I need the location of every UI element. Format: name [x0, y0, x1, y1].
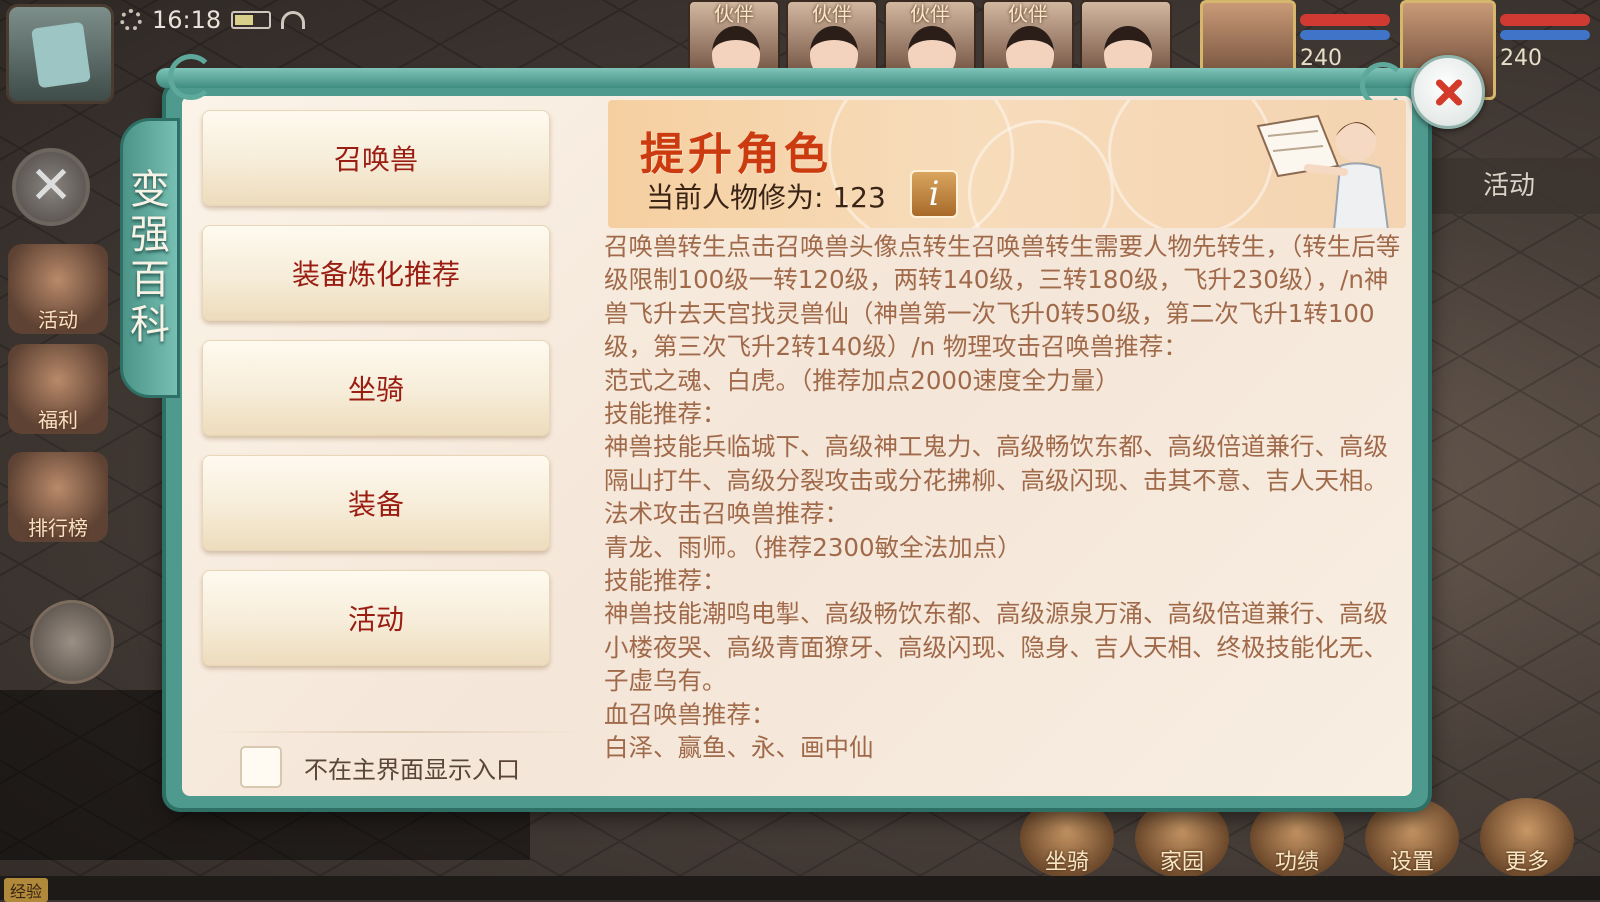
title-char: 变 — [130, 167, 170, 214]
menu-activity-button[interactable]: 活动 — [202, 570, 550, 666]
menu-equipment-button[interactable]: 装备 — [202, 455, 550, 551]
settings-button[interactable]: 设置 — [1365, 798, 1459, 878]
more-button[interactable]: 更多 — [1480, 798, 1574, 878]
mount-button[interactable]: 坐骑 — [1020, 798, 1114, 878]
title-char: 百 — [130, 257, 170, 303]
hp-bar — [1300, 14, 1390, 26]
hide-entry-label: 不在主界面显示入口 — [304, 755, 520, 784]
mount-label: 坐骑 — [1044, 850, 1089, 875]
cloud-ornament — [168, 54, 214, 100]
dialog-title: 变 强 百 科 — [120, 118, 180, 398]
battery-icon — [231, 11, 272, 29]
activity-tab[interactable]: 活动 — [1418, 158, 1600, 214]
pet-hp-panel: 240 — [1500, 14, 1590, 71]
close-icon[interactable] — [1411, 55, 1485, 129]
wifi-icon — [281, 11, 306, 29]
more-label: 更多 — [1504, 850, 1549, 875]
home-label: 家园 — [1159, 850, 1204, 875]
merit-label: 功绩 — [1274, 850, 1319, 875]
chat-icon[interactable] — [30, 600, 114, 684]
category-menu: 召唤兽 装备炼化推荐 坐骑 装备 活动 — [202, 110, 552, 685]
clock-time: 16:18 — [152, 6, 222, 34]
settings-label: 设置 — [1389, 850, 1434, 875]
info-icon[interactable]: i — [910, 170, 958, 218]
side-activity-label: 活动 — [38, 308, 78, 332]
banner: 提升角色 当前人物修为: 123 i — [608, 100, 1406, 228]
banner-title: 提升角色 — [640, 129, 832, 180]
partner-label: 伙伴 — [812, 2, 852, 26]
home-button[interactable]: 家园 — [1135, 798, 1229, 878]
gear-icon[interactable] — [120, 9, 142, 31]
side-ranking-button[interactable]: 排行榜 — [8, 452, 108, 542]
partner-label: 伙伴 — [910, 2, 950, 26]
hp-bar — [1500, 14, 1590, 26]
status-bar: 16:18 — [120, 4, 330, 36]
hud-close-icon[interactable]: ✕ — [12, 148, 90, 226]
cultivation-level: 当前人物修为: 123 — [646, 181, 886, 214]
title-char: 强 — [130, 212, 170, 259]
partner-label: 伙伴 — [714, 2, 754, 26]
title-char: 科 — [130, 301, 170, 348]
menu-equipment-refine-button[interactable]: 装备炼化推荐 — [202, 225, 550, 321]
partner-label: 伙伴 — [1008, 2, 1048, 26]
mp-bar — [1500, 30, 1590, 40]
hide-entry-row: 不在主界面显示入口 — [240, 746, 520, 788]
exp-bar — [0, 876, 1600, 900]
hide-entry-checkbox[interactable] — [240, 746, 282, 788]
mp-bar — [1300, 30, 1390, 40]
side-ranking-label: 排行榜 — [28, 516, 88, 540]
menu-summon-beast-button[interactable]: 召唤兽 — [202, 110, 550, 206]
side-welfare-label: 福利 — [38, 408, 78, 432]
divider — [212, 731, 582, 733]
map-button[interactable] — [6, 4, 114, 104]
hp-value: 240 — [1500, 46, 1542, 71]
exp-label: 经验 — [4, 878, 49, 902]
side-activity-button[interactable]: 活动 — [8, 244, 108, 334]
guide-content: 召唤兽转生点击召唤兽头像点转生召唤兽转生需要人物先转生，（转生后等级限制100级… — [604, 232, 1401, 763]
side-welfare-button[interactable]: 福利 — [8, 344, 108, 434]
merit-button[interactable]: 功绩 — [1250, 798, 1344, 878]
hero-illustration — [1256, 114, 1389, 228]
menu-mount-button[interactable]: 坐骑 — [202, 340, 550, 436]
